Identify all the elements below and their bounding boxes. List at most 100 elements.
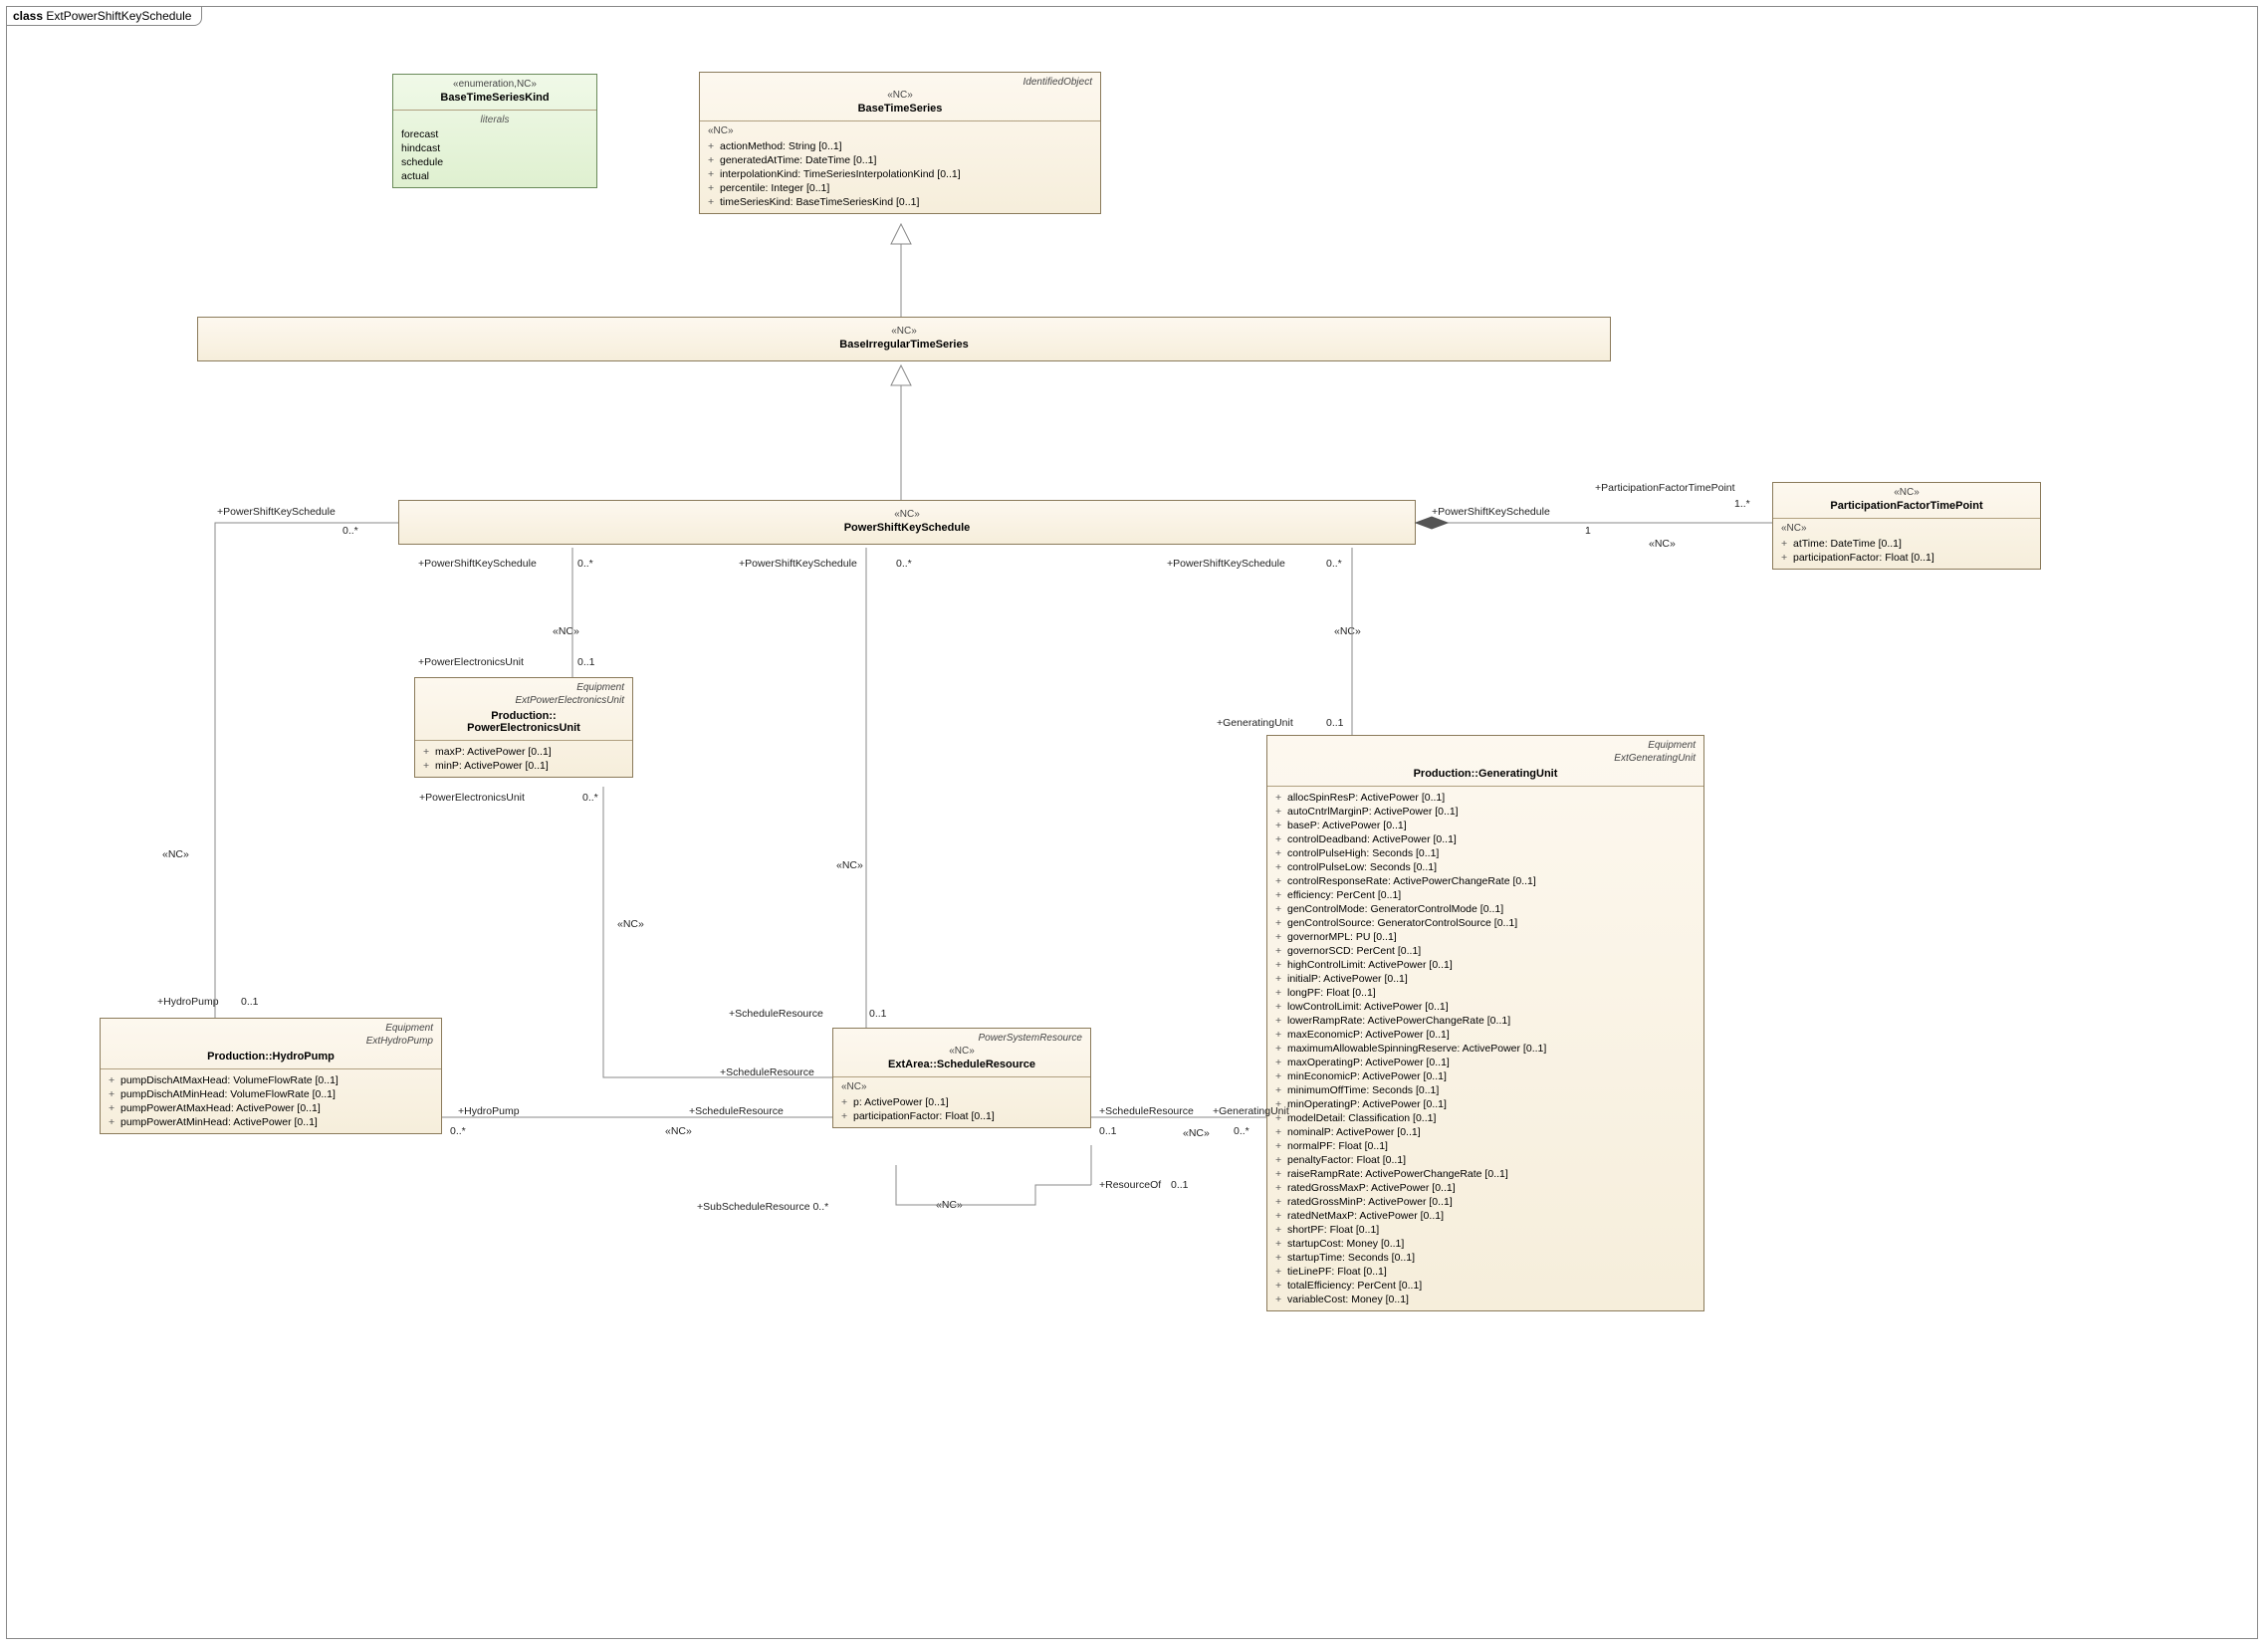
nc-label: «NC»: [936, 1199, 963, 1211]
role-label: +GeneratingUnit: [1213, 1105, 1289, 1117]
parent-stereo2: ExtPowerElectronicsUnit: [423, 695, 624, 708]
mult-label: 0..1: [1099, 1125, 1117, 1137]
attr: +maxEconomicP: ActivePower [0..1]: [1275, 1028, 1696, 1042]
attr: +minimumOffTime: Seconds [0..1]: [1275, 1083, 1696, 1097]
attr: pumpDischAtMinHead: VolumeFlowRate [0..1…: [120, 1088, 336, 1100]
role-label: +ScheduleResource: [729, 1008, 823, 1020]
nc-label: «NC»: [1649, 538, 1676, 550]
role-label: +ScheduleResource: [1099, 1105, 1194, 1117]
class-name-ns: Production::: [491, 710, 556, 722]
nc-label: «NC»: [836, 859, 863, 871]
class-name: Production::GeneratingUnit: [1275, 766, 1696, 782]
attr: +allocSpinResP: ActivePower [0..1]: [1275, 791, 1696, 805]
class-name: ExtArea::ScheduleResource: [841, 1057, 1082, 1072]
attr: +nominalP: ActivePower [0..1]: [1275, 1125, 1696, 1139]
parent-stereo: Equipment: [423, 682, 624, 695]
role-label: +PowerElectronicsUnit: [418, 656, 524, 668]
attr: +controlPulseHigh: Seconds [0..1]: [1275, 846, 1696, 860]
parent-stereo: Equipment: [1275, 740, 1696, 753]
parent-stereo2: ExtGeneratingUnit: [1275, 753, 1696, 766]
stereo: «NC»: [841, 1046, 1082, 1057]
section-label: literals: [401, 115, 588, 127]
role-label: +PowerShiftKeySchedule: [418, 558, 537, 570]
nc-label: «NC»: [162, 848, 189, 860]
parent-stereo2: ExtHydroPump: [109, 1036, 433, 1049]
attr: +governorSCD: PerCent [0..1]: [1275, 944, 1696, 958]
class-schedule-resource: PowerSystemResource «NC» ExtArea::Schedu…: [832, 1028, 1091, 1128]
attr: +maxOperatingP: ActivePower [0..1]: [1275, 1056, 1696, 1069]
attr: +maximumAllowableSpinningReserve: Active…: [1275, 1042, 1696, 1056]
attr: +lowerRampRate: ActivePowerChangeRate [0…: [1275, 1014, 1696, 1028]
mult-label: 0..1: [241, 996, 259, 1008]
attr: +minOperatingP: ActivePower [0..1]: [1275, 1097, 1696, 1111]
role-label: +HydroPump: [157, 996, 219, 1008]
stereo: «NC»: [407, 509, 1407, 520]
attr: atTime: DateTime [0..1]: [1793, 538, 1902, 550]
class-base-time-series-kind: «enumeration,NC» BaseTimeSeriesKind lite…: [392, 74, 597, 188]
class-generating-unit: Equipment ExtGeneratingUnit Production::…: [1266, 735, 1704, 1311]
frame-title: class ExtPowerShiftKeySchedule: [6, 6, 202, 26]
attr: +ratedGrossMinP: ActivePower [0..1]: [1275, 1195, 1696, 1209]
attr: +startupCost: Money [0..1]: [1275, 1237, 1696, 1251]
class-base-irregular-time-series: «NC» BaseIrregularTimeSeries: [197, 317, 1611, 361]
attr: +shortPF: Float [0..1]: [1275, 1223, 1696, 1237]
mult-label: 0..*: [896, 558, 912, 570]
attr: participationFactor: Float [0..1]: [1793, 552, 1934, 564]
attr: +variableCost: Money [0..1]: [1275, 1293, 1696, 1306]
class-name: BaseIrregularTimeSeries: [206, 337, 1602, 353]
nc-label: «NC»: [665, 1125, 692, 1137]
mult-label: 0..1: [1171, 1179, 1189, 1191]
attr: maxP: ActivePower [0..1]: [435, 746, 552, 758]
attr: +initialP: ActivePower [0..1]: [1275, 972, 1696, 986]
attr: +modelDetail: Classification [0..1]: [1275, 1111, 1696, 1125]
parent-stereo: IdentifiedObject: [708, 77, 1092, 90]
attr: +minEconomicP: ActivePower [0..1]: [1275, 1069, 1696, 1083]
attr: +raiseRampRate: ActivePowerChangeRate [0…: [1275, 1167, 1696, 1181]
nc-label: «NC»: [553, 625, 579, 637]
section-stereo: «NC»: [708, 125, 1092, 139]
literal: actual: [401, 169, 588, 183]
section-stereo: «NC»: [841, 1081, 1082, 1095]
class-name: PowerShiftKeySchedule: [407, 520, 1407, 536]
attr: +governorMPL: PU [0..1]: [1275, 930, 1696, 944]
nc-label: «NC»: [1183, 1127, 1210, 1139]
attr: +ratedGrossMaxP: ActivePower [0..1]: [1275, 1181, 1696, 1195]
attr: +autoCntrlMarginP: ActivePower [0..1]: [1275, 805, 1696, 819]
parent-stereo: PowerSystemResource: [841, 1033, 1082, 1046]
attr: minP: ActivePower [0..1]: [435, 760, 549, 772]
role-label: +GeneratingUnit: [1217, 717, 1293, 729]
attr: generatedAtTime: DateTime [0..1]: [720, 154, 876, 166]
stereo: «NC»: [708, 90, 1092, 101]
attr: participationFactor: Float [0..1]: [853, 1110, 995, 1122]
attr: +efficiency: PerCent [0..1]: [1275, 888, 1696, 902]
attr: +genControlMode: GeneratorControlMode [0…: [1275, 902, 1696, 916]
attr: +lowControlLimit: ActivePower [0..1]: [1275, 1000, 1696, 1014]
role-label: +PowerElectronicsUnit: [419, 792, 525, 804]
class-name: Production::HydroPump: [109, 1049, 433, 1064]
literal: hindcast: [401, 141, 588, 155]
role-label: +SubScheduleResource 0..*: [697, 1201, 828, 1213]
role-label: +PowerShiftKeySchedule: [1432, 506, 1550, 518]
attr: +penaltyFactor: Float [0..1]: [1275, 1153, 1696, 1167]
attr: pumpPowerAtMinHead: ActivePower [0..1]: [120, 1116, 318, 1128]
mult-label: 1: [1585, 525, 1591, 537]
attr: p: ActivePower [0..1]: [853, 1096, 949, 1108]
frame-title-prefix: class: [13, 9, 46, 23]
attr: +controlPulseLow: Seconds [0..1]: [1275, 860, 1696, 874]
class-name: PowerElectronicsUnit: [467, 722, 580, 734]
mult-label: 0..1: [1326, 717, 1344, 729]
class-power-shift-key-schedule: «NC» PowerShiftKeySchedule: [398, 500, 1416, 545]
mult-label: 0..*: [1326, 558, 1342, 570]
role-label: +ResourceOf: [1099, 1179, 1161, 1191]
attr: +tieLinePF: Float [0..1]: [1275, 1265, 1696, 1279]
role-label: +PowerShiftKeySchedule: [739, 558, 857, 570]
class-participation-factor-time-point: «NC» ParticipationFactorTimePoint «NC» +…: [1772, 482, 2041, 570]
role-label: +HydroPump: [458, 1105, 520, 1117]
literal: schedule: [401, 155, 588, 169]
nc-label: «NC»: [617, 918, 644, 930]
class-name: BaseTimeSeries: [708, 101, 1092, 117]
mult-label: 0..1: [577, 656, 595, 668]
mult-label: 0..*: [577, 558, 593, 570]
nc-label: «NC»: [1334, 625, 1361, 637]
attr: pumpPowerAtMaxHead: ActivePower [0..1]: [120, 1102, 321, 1114]
